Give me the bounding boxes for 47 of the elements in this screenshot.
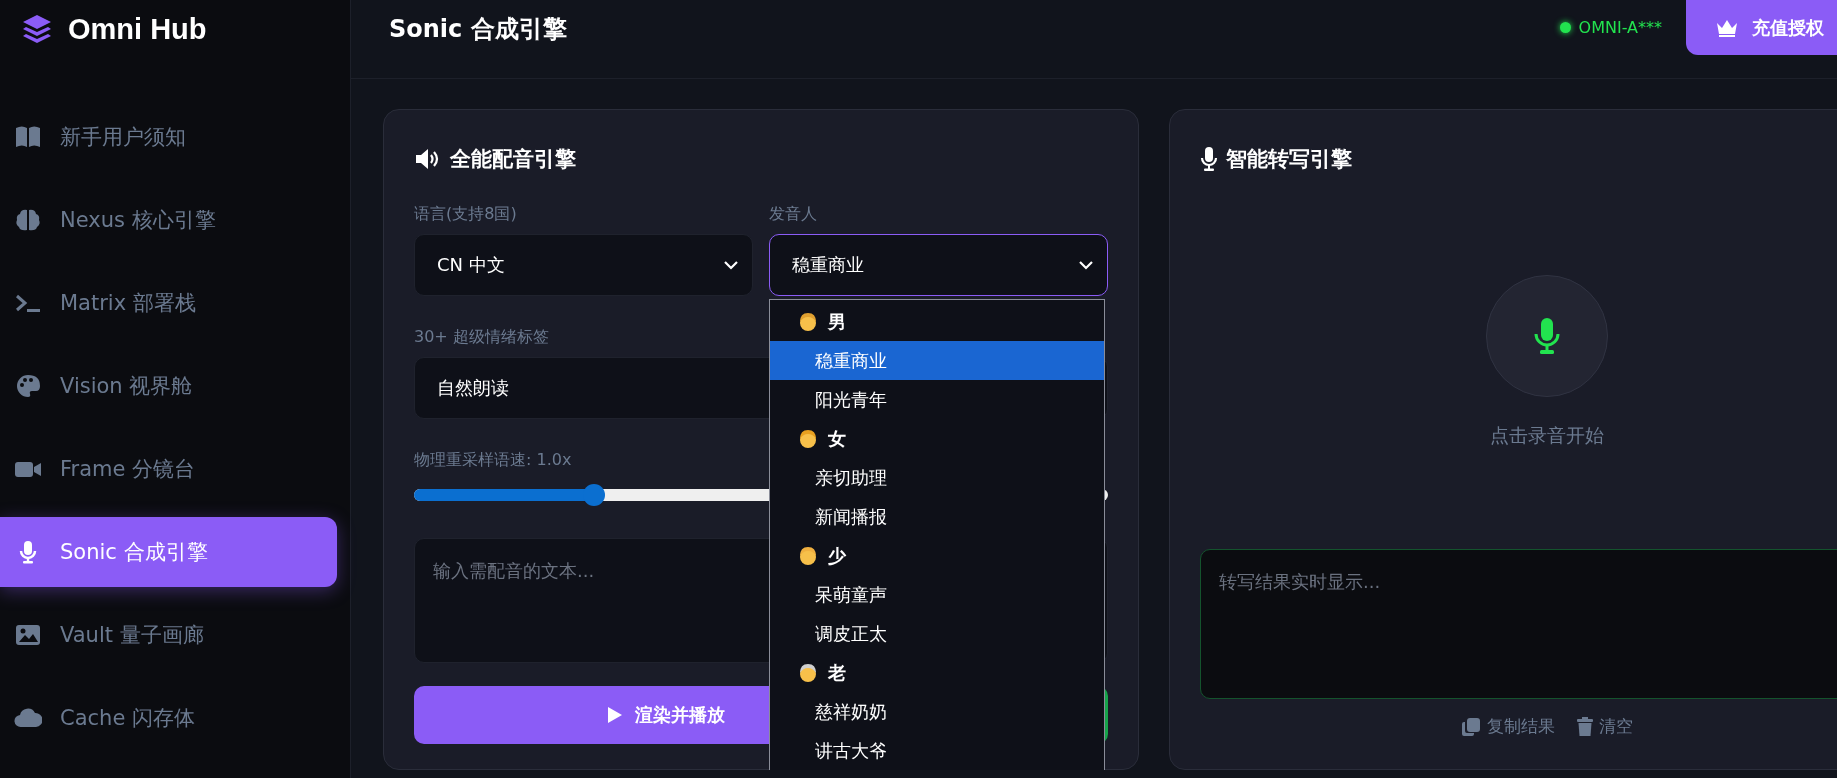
microphone-icon (1534, 317, 1560, 355)
palette-icon (14, 372, 42, 400)
card-title: 智能转写引擎 (1226, 146, 1352, 173)
trash-icon (1577, 716, 1593, 737)
nav-item[interactable]: Sonic 合成引擎 (0, 517, 337, 587)
dropdown-option[interactable]: 呆萌童声 (770, 575, 1104, 614)
group-label: 老 (828, 660, 846, 685)
slider-thumb[interactable] (583, 484, 606, 506)
person-icon (798, 427, 818, 450)
dropdown-option[interactable]: 亲切助理 (770, 458, 1104, 497)
nav-item[interactable]: 新手用户须知 (0, 102, 337, 172)
status-dot (1559, 22, 1571, 33)
microphone-icon (1200, 146, 1218, 172)
account-id: OMNI-A*** (1578, 18, 1662, 37)
result-field[interactable]: 转写结果实时显示... (1200, 549, 1837, 699)
logo-text: Omni Hub (68, 12, 207, 46)
select-field[interactable]: CN 中文 (414, 234, 753, 296)
record-hint: 点击录音开始 (1490, 423, 1604, 448)
person-icon (798, 544, 818, 567)
person-icon (798, 661, 818, 684)
person-icon (798, 310, 818, 333)
field-label: 发音人 (769, 204, 817, 225)
nav-item[interactable]: Cache 闪存体 (0, 683, 337, 753)
dropdown-option[interactable]: 阳光青年 (770, 380, 1104, 419)
nav-item[interactable]: Frame 分镜台 (0, 434, 337, 504)
crown-icon (1716, 18, 1738, 37)
group-label: 男 (828, 309, 846, 334)
clear-button[interactable]: 清空 (1577, 715, 1633, 738)
group-label: 少 (828, 543, 846, 568)
dropdown-option[interactable]: 调皮正太 (770, 614, 1104, 653)
page-title: Sonic 合成引擎 (389, 14, 567, 45)
nav-item[interactable]: Matrix 部署栈 (0, 268, 337, 338)
copy-button[interactable]: 复制结果 (1461, 715, 1555, 738)
nav-item[interactable]: Vision 视界舱 (0, 351, 337, 421)
copy-icon (1461, 716, 1481, 737)
nav-item[interactable]: Vault 量子画廊 (0, 600, 337, 670)
card-title: 全能配音引擎 (450, 146, 576, 173)
field-label: 语言(支持8国) (414, 204, 517, 225)
field-label: 物理重采样语速: 1.0x (414, 450, 572, 471)
dropdown-option[interactable]: 稳重商业 (770, 341, 1104, 380)
select-field[interactable]: 稳重商业 (769, 234, 1108, 296)
field-label: 30+ 超级情绪标签 (414, 327, 549, 348)
nav-item[interactable]: Nexus 核心引擎 (0, 185, 337, 255)
upgrade-button[interactable]: 充值授权 (1686, 0, 1837, 55)
group-label: 女 (828, 426, 846, 451)
dropdown-option[interactable]: 新闻播报 (770, 497, 1104, 536)
play-icon (606, 706, 623, 724)
